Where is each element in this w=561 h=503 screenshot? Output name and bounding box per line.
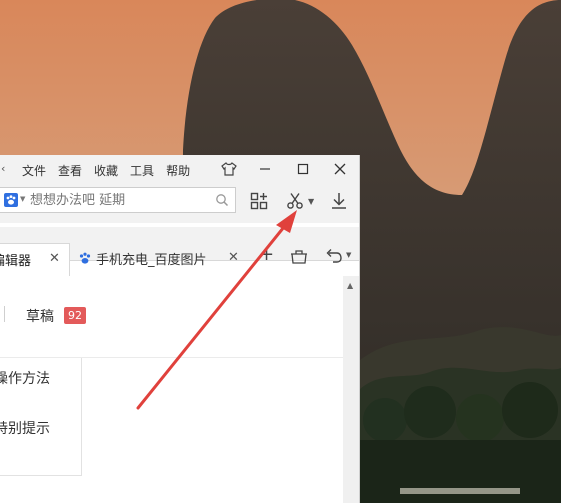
menu-items: 文件 查看 收藏 工具 帮助 (22, 162, 190, 179)
menu-bar: ‹ 文件 查看 收藏 工具 帮助 (0, 155, 359, 183)
menu-chevron[interactable]: ‹ (1, 162, 5, 175)
vertical-scrollbar[interactable]: ▲ (343, 276, 359, 503)
trash-restore-icon[interactable] (290, 248, 308, 267)
tab-bar: 编辑器 ✕ 手机充电_百度图片 ✕ + ▼ (0, 227, 359, 276)
menu-view[interactable]: 查看 (58, 162, 82, 179)
baidu-paw-icon[interactable] (4, 193, 18, 207)
drafts-link[interactable]: 草稿 (26, 306, 54, 326)
menu-tools[interactable]: 工具 (130, 162, 154, 179)
skin-shirt-icon[interactable] (219, 159, 239, 179)
new-tab-button[interactable]: + (259, 244, 274, 265)
apps-grid-icon[interactable] (250, 191, 268, 211)
article-section-list: 操作方法 特别提示 (0, 358, 82, 476)
maximize-icon[interactable] (293, 159, 313, 179)
tab-baidu-images[interactable]: 手机充电_百度图片 ✕ (72, 243, 246, 276)
toolbar: ▼ ▼ (0, 183, 359, 223)
tab-editor[interactable]: 编辑器 ✕ (0, 243, 70, 276)
drafts-count-badge: 92 (64, 307, 86, 324)
engine-caret-icon[interactable]: ▼ (20, 195, 25, 203)
browser-window: ‹ 文件 查看 收藏 工具 帮助 ▼ 想想办法吧 延期 ▼ 辑器 ✕ 手机充电_… (0, 155, 360, 503)
search-box[interactable]: ▼ (0, 187, 236, 213)
chevron-down-icon[interactable]: ▼ (308, 191, 314, 211)
menu-favorites[interactable]: 收藏 (94, 162, 118, 179)
download-icon[interactable] (330, 191, 348, 211)
drafts-separator (4, 306, 5, 322)
scissors-icon[interactable] (286, 191, 304, 211)
minimize-icon[interactable] (255, 159, 275, 179)
tab-baidu-images-title: 手机充电_百度图片 (96, 253, 207, 268)
tab-baidu-images-close-icon[interactable]: ✕ (228, 250, 239, 265)
search-icon[interactable] (215, 193, 229, 207)
list-item[interactable]: 操作方法 (0, 368, 50, 388)
list-item[interactable]: 特别提示 (0, 418, 50, 438)
close-window-icon[interactable] (330, 159, 350, 179)
tab-editor-title: 编辑器 (0, 254, 32, 269)
tab-editor-close-icon[interactable]: ✕ (49, 251, 60, 266)
undo-dropdown-icon[interactable]: ▼ (346, 251, 351, 259)
menu-file[interactable]: 文件 (22, 162, 46, 179)
baidu-paw-icon (79, 252, 91, 264)
menu-help[interactable]: 帮助 (166, 162, 190, 179)
scroll-up-arrow-icon[interactable]: ▲ (347, 281, 353, 290)
search-input[interactable] (30, 191, 210, 209)
undo-icon[interactable] (324, 248, 342, 267)
page-content: 草稿 92 操作方法 特别提示 (0, 276, 343, 503)
